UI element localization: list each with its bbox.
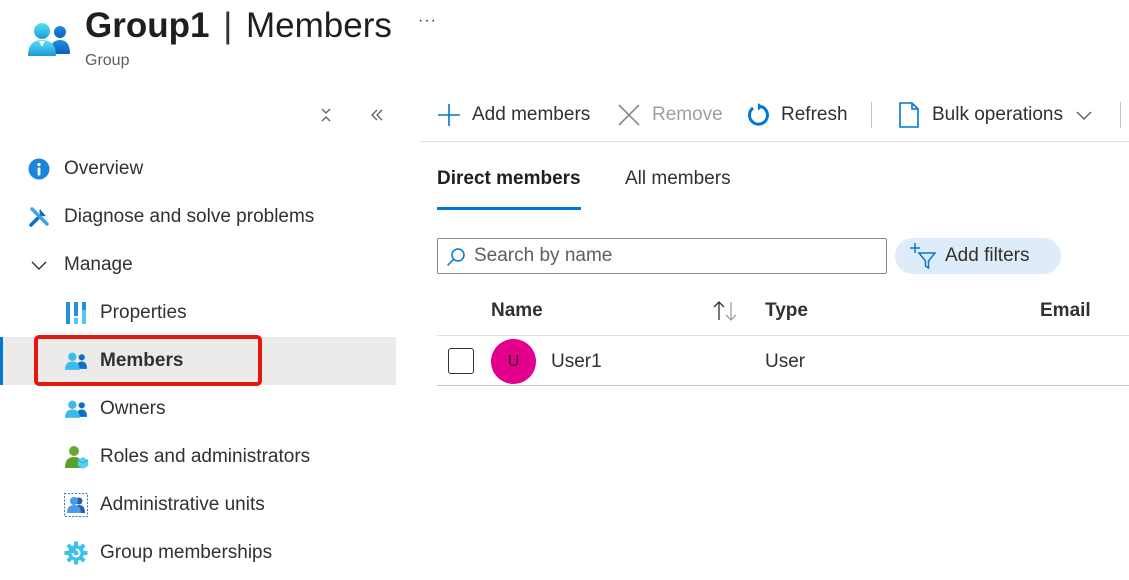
sidebar-item-owners[interactable]: Owners	[0, 385, 396, 433]
column-header-email[interactable]: Email	[1040, 300, 1091, 322]
sidebar-item-group-memberships[interactable]: Group memberships	[0, 529, 396, 577]
page-subtitle: Group	[85, 52, 130, 69]
table-header: Name Type Email	[437, 290, 1129, 336]
search-input[interactable]	[474, 243, 874, 269]
add-filter-icon	[910, 243, 937, 270]
search-box[interactable]	[437, 238, 887, 274]
add-members-label: Add members	[472, 104, 591, 125]
sidebar-item-label: Diagnose and solve problems	[64, 206, 315, 227]
document-icon	[896, 102, 922, 128]
close-icon	[616, 102, 642, 128]
refresh-label: Refresh	[781, 104, 848, 125]
avatar: U	[491, 339, 536, 384]
chevron-down-icon	[1076, 111, 1092, 120]
refresh-button[interactable]: Refresh	[745, 100, 848, 130]
page-title: Group1 | Members	[85, 6, 392, 46]
owners-icon	[64, 397, 88, 421]
wrench-screwdriver-icon	[27, 205, 51, 229]
page-title-name: Group1	[85, 6, 210, 45]
cell-name[interactable]: User1	[551, 351, 602, 373]
info-icon	[27, 157, 51, 181]
collapse-vertical-icon	[321, 108, 331, 122]
sidebar-item-label: Administrative units	[100, 494, 265, 515]
toolbar-divider	[871, 102, 872, 128]
page-header: Group1 | Members Group ···	[0, 0, 1129, 90]
members-icon	[64, 349, 88, 373]
sidebar-item-label: Manage	[64, 254, 133, 275]
sidebar-item-roles[interactable]: Roles and administrators	[0, 433, 396, 481]
tab-direct-members[interactable]: Direct members	[437, 168, 581, 212]
bulk-operations-button[interactable]: Bulk operations	[896, 100, 1093, 130]
remove-label: Remove	[652, 104, 723, 125]
cell-type: User	[765, 351, 806, 372]
sidebar-item-label: Overview	[64, 158, 144, 179]
sidebar-item-label: Owners	[100, 398, 166, 419]
plus-icon	[436, 102, 462, 128]
column-header-name[interactable]: Name	[491, 300, 543, 322]
sidebar-item-label: Members	[100, 350, 184, 371]
sidebar-item-overview[interactable]: Overview	[0, 145, 396, 193]
page-title-separator: |	[223, 6, 233, 45]
remove-button[interactable]: Remove	[616, 100, 723, 130]
sidebar-item-admin-units[interactable]: Administrative units	[0, 481, 396, 529]
roles-icon	[64, 445, 88, 469]
group-icon	[28, 23, 70, 56]
sidebar-item-properties[interactable]: Properties	[0, 289, 396, 337]
search-icon	[446, 248, 465, 267]
properties-icon	[64, 301, 88, 325]
sidebar-item-label: Properties	[100, 302, 187, 323]
tab-all-members[interactable]: All members	[625, 168, 731, 212]
gear-icon	[64, 541, 88, 565]
add-members-button[interactable]: Add members	[436, 100, 590, 130]
sidebar-item-label: Roles and administrators	[100, 446, 311, 467]
sidebar-item-diagnose[interactable]: Diagnose and solve problems	[0, 193, 396, 241]
collapse-all-button[interactable]	[315, 104, 337, 126]
chevron-down-icon	[27, 253, 51, 277]
row-checkbox[interactable]	[448, 348, 474, 374]
more-options-button[interactable]: ···	[418, 12, 437, 30]
table-row[interactable]: U User1 User	[437, 336, 1129, 386]
toolbar-divider	[1120, 102, 1121, 128]
sidebar-group-manage[interactable]: Manage	[0, 241, 396, 289]
bulk-operations-label: Bulk operations	[932, 104, 1063, 125]
refresh-icon	[745, 102, 771, 128]
sidebar-item-label: Group memberships	[100, 542, 273, 563]
sort-icon[interactable]	[711, 300, 739, 322]
add-filters-label: Add filters	[945, 245, 1030, 266]
collapse-sidebar-button[interactable]	[366, 104, 388, 126]
double-chevron-left-icon	[371, 109, 383, 121]
column-header-type[interactable]: Type	[765, 300, 808, 322]
admin-units-icon	[64, 493, 88, 517]
page-title-section: Members	[246, 6, 392, 45]
sidebar-item-members[interactable]: Members	[0, 337, 396, 385]
add-filters-button[interactable]: Add filters	[895, 238, 1061, 274]
sidebar: Overview Diagnose and solve problems Man…	[0, 90, 396, 580]
command-bar: Add members Remove Refresh Bulk operatio…	[420, 90, 1129, 142]
